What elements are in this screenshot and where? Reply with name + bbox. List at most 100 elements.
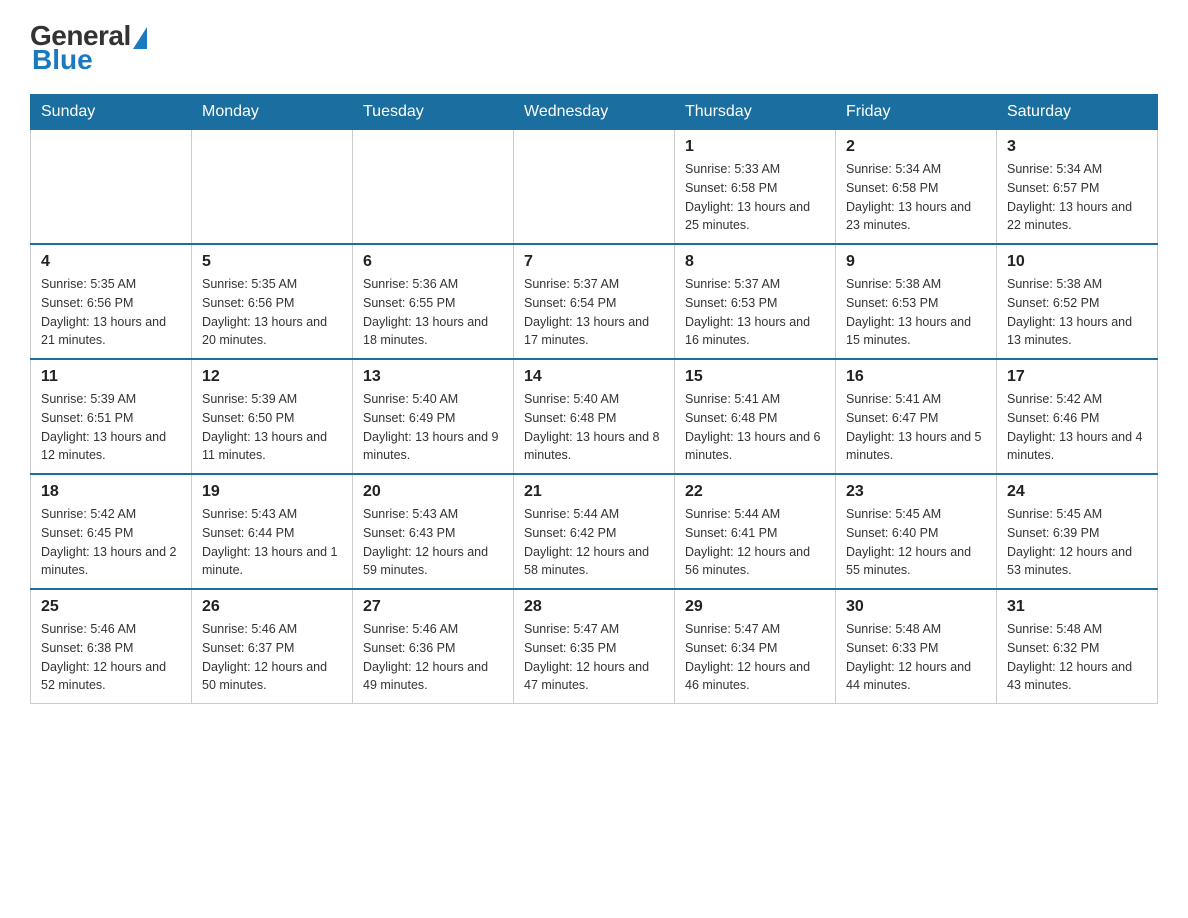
day-info: Sunrise: 5:46 AMSunset: 6:37 PMDaylight:…	[202, 620, 342, 695]
day-number: 16	[846, 368, 986, 386]
day-number: 18	[41, 483, 181, 501]
day-number: 5	[202, 253, 342, 271]
day-info: Sunrise: 5:37 AMSunset: 6:53 PMDaylight:…	[685, 275, 825, 350]
day-number: 25	[41, 598, 181, 616]
calendar-cell: 25Sunrise: 5:46 AMSunset: 6:38 PMDayligh…	[31, 589, 192, 704]
calendar-cell: 21Sunrise: 5:44 AMSunset: 6:42 PMDayligh…	[514, 474, 675, 589]
day-number: 19	[202, 483, 342, 501]
calendar-week-row: 11 Sunrise: 5:39 AMSunset: 6:51 PMDayligh…	[31, 359, 1158, 474]
calendar-cell: 10 Sunrise: 5:38 AMSunset: 6:52 PMDayligh…	[997, 244, 1158, 359]
day-header-tuesday: Tuesday	[353, 95, 514, 130]
day-info: Sunrise: 5:36 AMSunset: 6:55 PMDaylight:…	[363, 275, 503, 350]
day-info: Sunrise: 5:40 AMSunset: 6:49 PMDaylight:…	[363, 390, 503, 465]
calendar-cell: 11 Sunrise: 5:39 AMSunset: 6:51 PMDayligh…	[31, 359, 192, 474]
day-number: 21	[524, 483, 664, 501]
day-header-saturday: Saturday	[997, 95, 1158, 130]
day-info: Sunrise: 5:34 AMSunset: 6:58 PMDaylight:…	[846, 160, 986, 235]
day-info: Sunrise: 5:43 AMSunset: 6:43 PMDaylight:…	[363, 505, 503, 580]
day-number: 8	[685, 253, 825, 271]
calendar-cell: 20 Sunrise: 5:43 AMSunset: 6:43 PMDayligh…	[353, 474, 514, 589]
day-number: 6	[363, 253, 503, 271]
day-number: 17	[1007, 368, 1147, 386]
day-info: Sunrise: 5:38 AMSunset: 6:52 PMDaylight:…	[1007, 275, 1147, 350]
day-info: Sunrise: 5:43 AMSunset: 6:44 PMDaylight:…	[202, 505, 342, 580]
calendar-cell: 14 Sunrise: 5:40 AMSunset: 6:48 PMDayligh…	[514, 359, 675, 474]
day-info: Sunrise: 5:40 AMSunset: 6:48 PMDaylight:…	[524, 390, 664, 465]
day-number: 24	[1007, 483, 1147, 501]
day-info: Sunrise: 5:48 AMSunset: 6:33 PMDaylight:…	[846, 620, 986, 695]
day-number: 20	[363, 483, 503, 501]
day-number: 11	[41, 368, 181, 386]
day-info: Sunrise: 5:38 AMSunset: 6:53 PMDaylight:…	[846, 275, 986, 350]
calendar-cell: 6 Sunrise: 5:36 AMSunset: 6:55 PMDaylight…	[353, 244, 514, 359]
day-info: Sunrise: 5:41 AMSunset: 6:47 PMDaylight:…	[846, 390, 986, 465]
calendar-week-row: 1 Sunrise: 5:33 AMSunset: 6:58 PMDaylight…	[31, 130, 1158, 245]
day-number: 7	[524, 253, 664, 271]
day-number: 14	[524, 368, 664, 386]
day-info: Sunrise: 5:41 AMSunset: 6:48 PMDaylight:…	[685, 390, 825, 465]
day-info: Sunrise: 5:42 AMSunset: 6:46 PMDaylight:…	[1007, 390, 1147, 465]
calendar-header-row: SundayMondayTuesdayWednesdayThursdayFrid…	[31, 95, 1158, 130]
calendar-cell: 15 Sunrise: 5:41 AMSunset: 6:48 PMDayligh…	[675, 359, 836, 474]
header: General Blue	[30, 20, 1158, 76]
calendar-cell	[31, 130, 192, 245]
calendar-cell: 5Sunrise: 5:35 AMSunset: 6:56 PMDaylight…	[192, 244, 353, 359]
calendar-cell: 8 Sunrise: 5:37 AMSunset: 6:53 PMDaylight…	[675, 244, 836, 359]
calendar-cell: 12Sunrise: 5:39 AMSunset: 6:50 PMDayligh…	[192, 359, 353, 474]
day-number: 13	[363, 368, 503, 386]
day-number: 28	[524, 598, 664, 616]
day-number: 15	[685, 368, 825, 386]
logo-triangle-icon	[133, 27, 147, 49]
calendar-cell: 31 Sunrise: 5:48 AMSunset: 6:32 PMDayligh…	[997, 589, 1158, 704]
day-info: Sunrise: 5:39 AMSunset: 6:50 PMDaylight:…	[202, 390, 342, 465]
calendar-cell: 4 Sunrise: 5:35 AMSunset: 6:56 PMDaylight…	[31, 244, 192, 359]
day-number: 22	[685, 483, 825, 501]
calendar-cell: 1 Sunrise: 5:33 AMSunset: 6:58 PMDaylight…	[675, 130, 836, 245]
day-info: Sunrise: 5:34 AMSunset: 6:57 PMDaylight:…	[1007, 160, 1147, 235]
day-number: 26	[202, 598, 342, 616]
day-info: Sunrise: 5:33 AMSunset: 6:58 PMDaylight:…	[685, 160, 825, 235]
day-number: 1	[685, 138, 825, 156]
calendar-cell	[192, 130, 353, 245]
calendar-cell: 30 Sunrise: 5:48 AMSunset: 6:33 PMDayligh…	[836, 589, 997, 704]
day-number: 9	[846, 253, 986, 271]
day-info: Sunrise: 5:37 AMSunset: 6:54 PMDaylight:…	[524, 275, 664, 350]
calendar-cell	[353, 130, 514, 245]
day-header-sunday: Sunday	[31, 95, 192, 130]
logo: General Blue	[30, 20, 147, 76]
calendar-cell: 26 Sunrise: 5:46 AMSunset: 6:37 PMDayligh…	[192, 589, 353, 704]
day-number: 30	[846, 598, 986, 616]
day-number: 3	[1007, 138, 1147, 156]
day-info: Sunrise: 5:47 AMSunset: 6:35 PMDaylight:…	[524, 620, 664, 695]
calendar-cell: 16 Sunrise: 5:41 AMSunset: 6:47 PMDayligh…	[836, 359, 997, 474]
calendar-week-row: 25Sunrise: 5:46 AMSunset: 6:38 PMDayligh…	[31, 589, 1158, 704]
day-info: Sunrise: 5:44 AMSunset: 6:41 PMDaylight:…	[685, 505, 825, 580]
day-header-monday: Monday	[192, 95, 353, 130]
calendar-cell: 22 Sunrise: 5:44 AMSunset: 6:41 PMDayligh…	[675, 474, 836, 589]
calendar-cell: 3 Sunrise: 5:34 AMSunset: 6:57 PMDaylight…	[997, 130, 1158, 245]
calendar-cell: 17 Sunrise: 5:42 AMSunset: 6:46 PMDayligh…	[997, 359, 1158, 474]
calendar-cell: 7 Sunrise: 5:37 AMSunset: 6:54 PMDaylight…	[514, 244, 675, 359]
day-header-thursday: Thursday	[675, 95, 836, 130]
day-number: 10	[1007, 253, 1147, 271]
calendar-cell: 23Sunrise: 5:45 AMSunset: 6:40 PMDayligh…	[836, 474, 997, 589]
day-header-friday: Friday	[836, 95, 997, 130]
day-info: Sunrise: 5:46 AMSunset: 6:36 PMDaylight:…	[363, 620, 503, 695]
calendar-cell: 19 Sunrise: 5:43 AMSunset: 6:44 PMDayligh…	[192, 474, 353, 589]
calendar-cell	[514, 130, 675, 245]
day-info: Sunrise: 5:35 AMSunset: 6:56 PMDaylight:…	[41, 275, 181, 350]
day-info: Sunrise: 5:48 AMSunset: 6:32 PMDaylight:…	[1007, 620, 1147, 695]
day-info: Sunrise: 5:42 AMSunset: 6:45 PMDaylight:…	[41, 505, 181, 580]
day-info: Sunrise: 5:39 AMSunset: 6:51 PMDaylight:…	[41, 390, 181, 465]
calendar-week-row: 4 Sunrise: 5:35 AMSunset: 6:56 PMDaylight…	[31, 244, 1158, 359]
day-header-wednesday: Wednesday	[514, 95, 675, 130]
calendar-cell: 18 Sunrise: 5:42 AMSunset: 6:45 PMDayligh…	[31, 474, 192, 589]
calendar-cell: 29Sunrise: 5:47 AMSunset: 6:34 PMDayligh…	[675, 589, 836, 704]
calendar-cell: 9 Sunrise: 5:38 AMSunset: 6:53 PMDaylight…	[836, 244, 997, 359]
calendar-cell: 24Sunrise: 5:45 AMSunset: 6:39 PMDayligh…	[997, 474, 1158, 589]
day-number: 2	[846, 138, 986, 156]
day-number: 4	[41, 253, 181, 271]
day-number: 31	[1007, 598, 1147, 616]
calendar-cell: 2 Sunrise: 5:34 AMSunset: 6:58 PMDaylight…	[836, 130, 997, 245]
calendar-week-row: 18 Sunrise: 5:42 AMSunset: 6:45 PMDayligh…	[31, 474, 1158, 589]
